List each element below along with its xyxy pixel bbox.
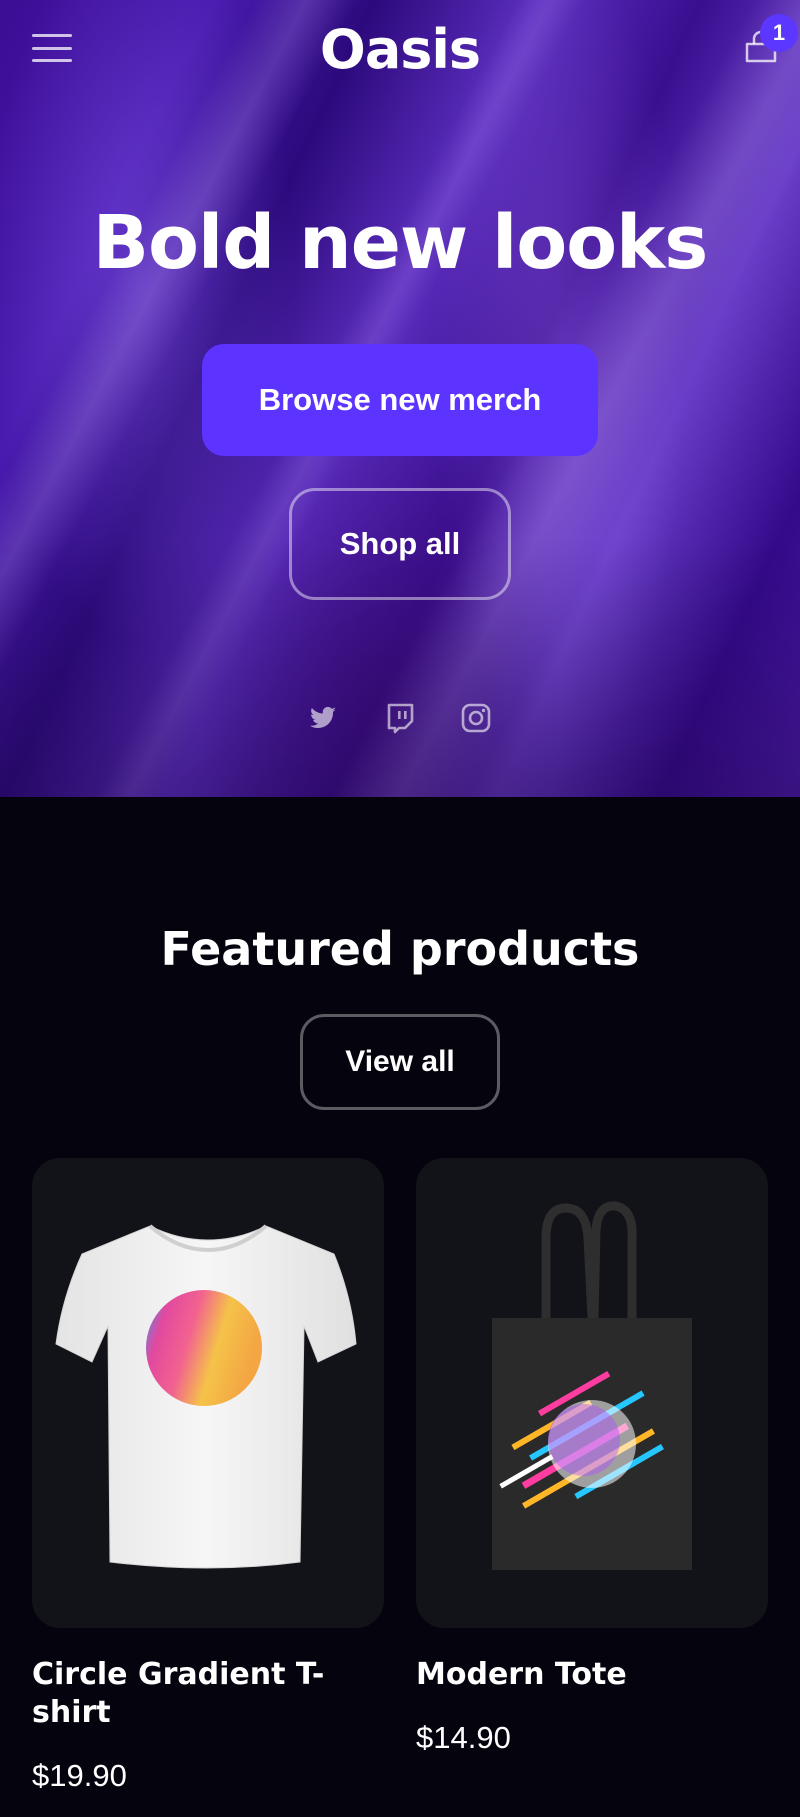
cart-count-badge: 1 xyxy=(760,14,798,52)
product-price: $19.90 xyxy=(32,1758,127,1793)
cart-button[interactable]: 1 xyxy=(740,14,798,70)
browse-new-merch-button[interactable]: Browse new merch xyxy=(202,344,598,456)
twitter-icon[interactable] xyxy=(305,700,341,736)
product-image-circle-gradient-tshirt[interactable] xyxy=(32,1158,384,1628)
product-price: $14.90 xyxy=(416,1720,511,1755)
hero-banner: Oasis 1 Bold new looks Browse new merch … xyxy=(0,0,800,797)
instagram-icon[interactable] xyxy=(458,700,494,736)
featured-products-title: Featured products xyxy=(160,922,640,976)
site-logo[interactable]: Oasis xyxy=(0,18,800,81)
hero-title: Bold new looks xyxy=(92,200,709,286)
shop-all-button[interactable]: Shop all xyxy=(289,488,511,600)
social-links xyxy=(0,700,800,736)
product-image-modern-tote[interactable] xyxy=(416,1158,768,1628)
product-name[interactable]: Circle Gradient T-shirt xyxy=(32,1656,372,1732)
view-all-button[interactable]: View all xyxy=(300,1014,500,1110)
twitch-icon[interactable] xyxy=(382,700,418,736)
product-name[interactable]: Modern Tote xyxy=(416,1656,756,1694)
